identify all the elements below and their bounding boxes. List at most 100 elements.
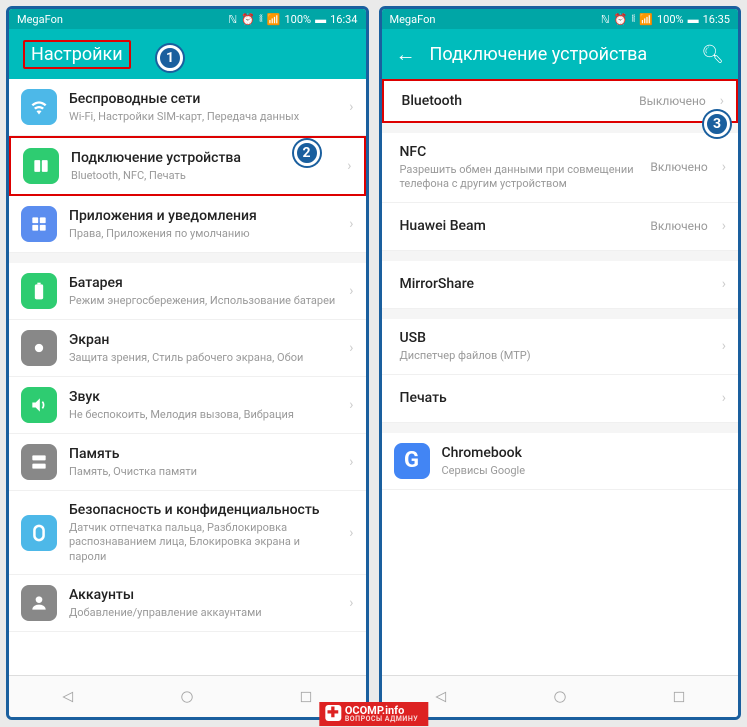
item-sub: Диспетчер файлов (MTP) [400, 349, 710, 363]
status-icons: ℕ ⏰ ⧛ 📶 100% ▬ 16:35 [601, 12, 730, 26]
alarm-icon: ⏰ [614, 13, 628, 26]
item-text: NFC Разрешить обмен данными при совмещен… [400, 143, 639, 192]
nav-home-button[interactable] [553, 690, 567, 704]
settings-item-storage[interactable]: Память Память, Очистка памяти › [9, 434, 366, 491]
fingerprint-icon [21, 515, 57, 551]
item-title: Батарея [69, 274, 337, 292]
item-sub: Добавление/управление аккаунтами [69, 606, 337, 620]
item-title: Печать [400, 389, 710, 407]
item-bluetooth[interactable]: Bluetooth Выключено › [382, 79, 739, 123]
chevron-right-icon: › [722, 276, 726, 292]
display-icon [21, 330, 57, 366]
settings-list[interactable]: Беспроводные сети Wi-Fi, Настройки SIM-к… [9, 79, 366, 675]
wifi-icon [21, 89, 57, 125]
status-bar: MegaFon ℕ ⏰ ⧛ 📶 100% ▬ 16:34 [9, 9, 366, 29]
chevron-right-icon: › [722, 159, 726, 175]
app-header: Настройки [9, 29, 366, 79]
battery-pct: 100% [657, 13, 684, 26]
item-text: Батарея Режим энергосбережения, Использо… [69, 274, 337, 308]
watermark-sub: ВОПРОСЫ АДМИНУ [345, 716, 418, 723]
item-text: Bluetooth [402, 92, 628, 110]
chevron-right-icon: › [349, 340, 353, 356]
item-print[interactable]: Печать › [382, 375, 739, 423]
item-text: Печать [400, 389, 710, 407]
item-sub: Права, Приложения по умолчанию [69, 227, 337, 241]
section-divider [382, 123, 739, 133]
item-huawei-beam[interactable]: Huawei Beam Включено › [382, 203, 739, 251]
item-title: Безопасность и конфиденциальность [69, 501, 337, 519]
watermark: ✚ OCOMP.info ВОПРОСЫ АДМИНУ [319, 702, 428, 726]
item-usb[interactable]: USB Диспетчер файлов (MTP) › [382, 319, 739, 375]
item-sub: Режим энергосбережения, Использование ба… [69, 294, 337, 308]
nav-back-button[interactable] [434, 690, 448, 704]
plus-icon: ✚ [325, 705, 341, 721]
settings-item-accounts[interactable]: Аккаунты Добавление/управление аккаунтам… [9, 575, 366, 632]
battery-icon [21, 273, 57, 309]
battery-pct: 100% [284, 13, 311, 26]
carrier-label: MegaFon [390, 13, 436, 26]
item-chromebook[interactable]: G Chromebook Сервисы Google [382, 433, 739, 490]
item-nfc[interactable]: NFC Разрешить обмен данными при совмещен… [382, 133, 739, 203]
item-text: Экран Защита зрения, Стиль рабочего экра… [69, 331, 337, 365]
settings-item-battery[interactable]: Батарея Режим энергосбережения, Использо… [9, 263, 366, 320]
item-title: Экран [69, 331, 337, 349]
item-title: Chromebook [442, 444, 727, 462]
alarm-icon: ⏰ [241, 13, 255, 26]
settings-item-apps[interactable]: Приложения и уведомления Права, Приложен… [9, 196, 366, 253]
chevron-right-icon: › [722, 338, 726, 354]
item-sub: Wi-Fi, Настройки SIM-карт, Передача данн… [69, 110, 337, 124]
nfc-icon: ℕ [228, 13, 237, 26]
phone-left: MegaFon ℕ ⏰ ⧛ 📶 100% ▬ 16:34 Настройки 1… [6, 6, 369, 720]
item-sub: Bluetooth, NFC, Печать [71, 169, 335, 183]
account-icon [21, 585, 57, 621]
section-divider [382, 251, 739, 261]
item-title: Приложения и уведомления [69, 207, 337, 225]
nfc-icon: ℕ [601, 13, 610, 26]
item-title: NFC [400, 143, 639, 161]
page-title: Подключение устройства [430, 44, 648, 65]
settings-item-security[interactable]: Безопасность и конфиденциальность Датчик… [9, 491, 366, 575]
sound-icon [21, 387, 57, 423]
chevron-right-icon: › [349, 595, 353, 611]
item-text: Безопасность и конфиденциальность Датчик… [69, 501, 337, 564]
signal-icon: 📶 [267, 13, 281, 26]
signal-icon: 📶 [639, 13, 653, 26]
chevron-right-icon: › [349, 99, 353, 115]
item-text: Huawei Beam [400, 217, 639, 235]
item-title: Аккаунты [69, 586, 337, 604]
apps-icon [21, 206, 57, 242]
item-mirrorshare[interactable]: MirrorShare › [382, 261, 739, 309]
search-button[interactable]: 🔍︎ [701, 44, 724, 65]
item-value: Включено [650, 219, 707, 233]
carrier-label: MegaFon [17, 13, 63, 26]
item-sub: Не беспокоить, Мелодия вызова, Вибрация [69, 408, 337, 422]
settings-item-wireless[interactable]: Беспроводные сети Wi-Fi, Настройки SIM-к… [9, 79, 366, 136]
chevron-right-icon: › [349, 283, 353, 299]
storage-icon [21, 444, 57, 480]
item-sub: Разрешить обмен данными при совмещении т… [400, 163, 639, 192]
battery-icon: ▬ [688, 13, 699, 26]
settings-item-display[interactable]: Экран Защита зрения, Стиль рабочего экра… [9, 320, 366, 377]
connection-list[interactable]: Bluetooth Выключено › 3 NFC Разрешить об… [382, 79, 739, 675]
page-title: Настройки [23, 40, 131, 69]
settings-item-sound[interactable]: Звук Не беспокоить, Мелодия вызова, Вибр… [9, 377, 366, 434]
device-icon [23, 148, 59, 184]
item-value: Включено [650, 160, 707, 174]
nav-home-button[interactable] [180, 690, 194, 704]
item-text: USB Диспетчер файлов (MTP) [400, 329, 710, 363]
nav-recent-button[interactable] [672, 690, 686, 704]
wifi-icon: ⧛ [631, 12, 635, 26]
item-title: MirrorShare [400, 275, 710, 293]
app-header: ← Подключение устройства 🔍︎ [382, 29, 739, 79]
back-button[interactable]: ← [396, 42, 416, 67]
clock: 16:35 [703, 13, 730, 26]
google-icon: G [394, 443, 430, 479]
section-divider [382, 423, 739, 433]
nav-back-button[interactable] [61, 690, 75, 704]
chevron-right-icon: › [720, 93, 724, 109]
item-sub: Датчик отпечатка пальца, Разблокировка р… [69, 521, 337, 564]
section-divider [9, 253, 366, 263]
item-text: Приложения и уведомления Права, Приложен… [69, 207, 337, 241]
callout-1: 1 [157, 45, 183, 71]
nav-recent-button[interactable] [299, 690, 313, 704]
